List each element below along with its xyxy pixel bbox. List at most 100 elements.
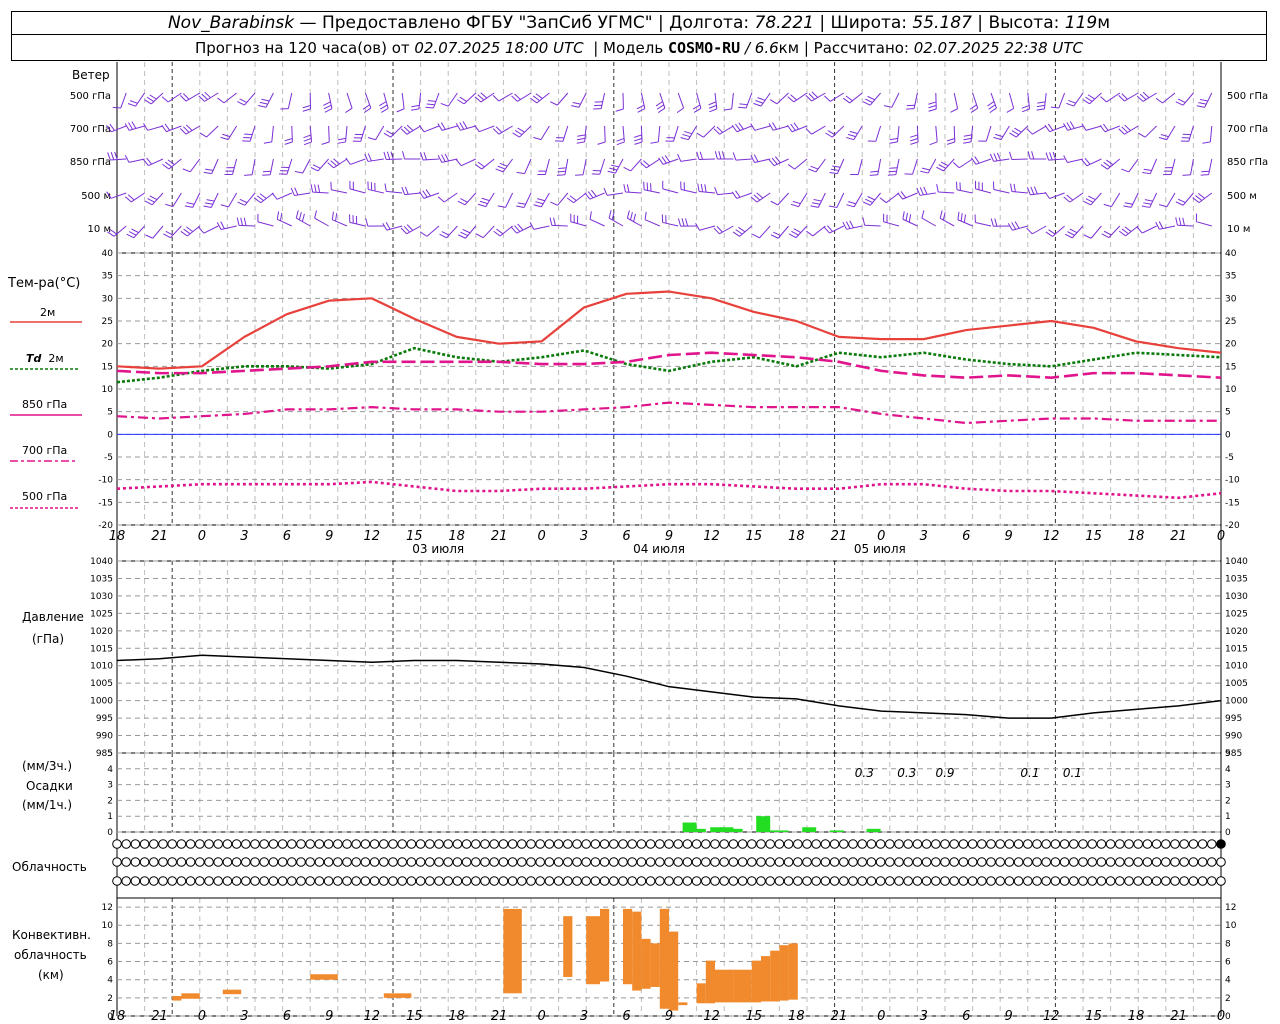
y-tick-left: 990 (96, 732, 113, 742)
x-tick-label: 21 (1170, 1009, 1187, 1024)
cloud-symbol (921, 857, 932, 867)
wind-barb (309, 125, 313, 142)
wind-barb-feather (164, 123, 171, 131)
wind-barb (795, 225, 808, 238)
cloud-symbol (1197, 876, 1208, 886)
cloud-symbol (213, 857, 223, 867)
cloud-symbol (434, 839, 444, 849)
wind-barb (331, 189, 348, 194)
wind-barb-feather (696, 132, 704, 138)
wind-barb-feather (1047, 123, 1054, 131)
wind-barb (1008, 92, 1015, 109)
wind-barb-feather (128, 122, 134, 130)
wind-barb-feather (974, 156, 980, 164)
cloud-symbol (894, 839, 904, 849)
cloud-symbol (1179, 839, 1189, 849)
y-tick-left: 995 (96, 714, 113, 724)
x-tick-label: 21 (151, 529, 168, 544)
cloud-symbol (231, 839, 242, 849)
wind-barb (168, 158, 182, 170)
x-tick-label: 3 (920, 1009, 928, 1024)
cloud-symbol (461, 857, 472, 867)
cloud-symbol (820, 839, 831, 849)
wind-barb (1043, 92, 1047, 109)
cloud-symbol (250, 876, 260, 886)
y-tick-right: 1030 (1225, 592, 1248, 602)
wind-barb-feather (1006, 107, 1014, 113)
wind-barb-feather (1044, 191, 1050, 199)
cloud-symbol (719, 857, 730, 867)
wind-barb (607, 192, 624, 196)
cloud-symbol (655, 857, 665, 867)
wind-barb-feather (769, 99, 778, 105)
wind-barb-feather (919, 187, 924, 196)
cloud-symbol (1059, 876, 1070, 886)
cloud-symbol (967, 857, 978, 867)
cloud-symbol (875, 857, 886, 867)
convective-bar (770, 950, 780, 1002)
x-tick-label: 15 (1085, 1009, 1102, 1024)
wind-barb-feather (301, 213, 305, 222)
wind-barb-feather (793, 122, 800, 130)
cloud-symbol (572, 839, 582, 849)
y-tick-right: 1040 (1225, 557, 1248, 567)
wind-barb-feather (1021, 108, 1030, 113)
y-tick-left: 10 (102, 921, 114, 931)
cloud-symbol (489, 857, 500, 867)
wind-barb-feather (928, 104, 937, 109)
wind-barb-feather (1142, 172, 1151, 175)
cloud-symbol (277, 876, 288, 886)
wind-barb-feather (738, 226, 746, 233)
wind-barb-feather (335, 213, 338, 222)
wind-barb (699, 190, 716, 194)
cloud-symbol (1069, 839, 1079, 849)
wind-barb-feather (549, 101, 558, 106)
wind-barb (646, 158, 661, 169)
wind-barb-feather (623, 184, 626, 193)
wind-barb-feather (479, 200, 488, 205)
wind-barb-feather (963, 141, 972, 144)
wind-barb-feather (240, 217, 244, 226)
wind-barb-feather (425, 106, 434, 109)
cloud-symbol (894, 857, 904, 867)
wind-barb-feather (813, 199, 822, 202)
wind-barb-feather (517, 127, 525, 133)
convective-bar (761, 956, 771, 1002)
wind-barb (443, 192, 458, 203)
wind-barb-feather (909, 134, 918, 138)
wind-barb-feather (131, 121, 137, 129)
wind-barb-feather (126, 233, 135, 239)
y-tick-left: 2 (107, 994, 113, 1004)
wind-level-label-right: 850 гПа (1227, 157, 1268, 168)
cloud-symbol (1096, 857, 1107, 867)
y-tick-right: -15 (1225, 498, 1240, 508)
wind-barb-feather (406, 224, 414, 231)
y-tick-left: 4 (107, 976, 113, 986)
cloud-symbol (553, 839, 564, 849)
cloud-symbol (176, 876, 187, 886)
cloud-symbol (222, 876, 233, 886)
wind-barb (564, 158, 569, 175)
cloud-symbol (287, 839, 297, 849)
wind-barb-feather (533, 136, 542, 141)
wind-barb-feather (403, 225, 411, 233)
wind-barb-feather (790, 123, 796, 131)
cloud-symbol (903, 857, 914, 867)
wind-barb-feather (511, 95, 518, 102)
x-tick-label: 9 (325, 1009, 333, 1024)
wind-barb-feather (271, 192, 278, 200)
wind-barb (1188, 125, 1194, 142)
wind-barb (172, 192, 182, 207)
wind-barb-feather (1177, 98, 1186, 103)
cloud-symbol (406, 876, 417, 886)
wind-barb-feather (259, 101, 268, 105)
cloud-symbol (894, 876, 904, 886)
precip-bar (756, 816, 771, 832)
wind-barb-feather (1037, 101, 1046, 104)
cloud-symbol (1078, 857, 1088, 867)
y-tick-left: -5 (104, 453, 113, 463)
wind-barb-feather (1049, 152, 1053, 161)
y-tick-right: 35 (1225, 272, 1236, 282)
cloud-symbol (572, 857, 582, 867)
wind-barb (1182, 92, 1194, 106)
